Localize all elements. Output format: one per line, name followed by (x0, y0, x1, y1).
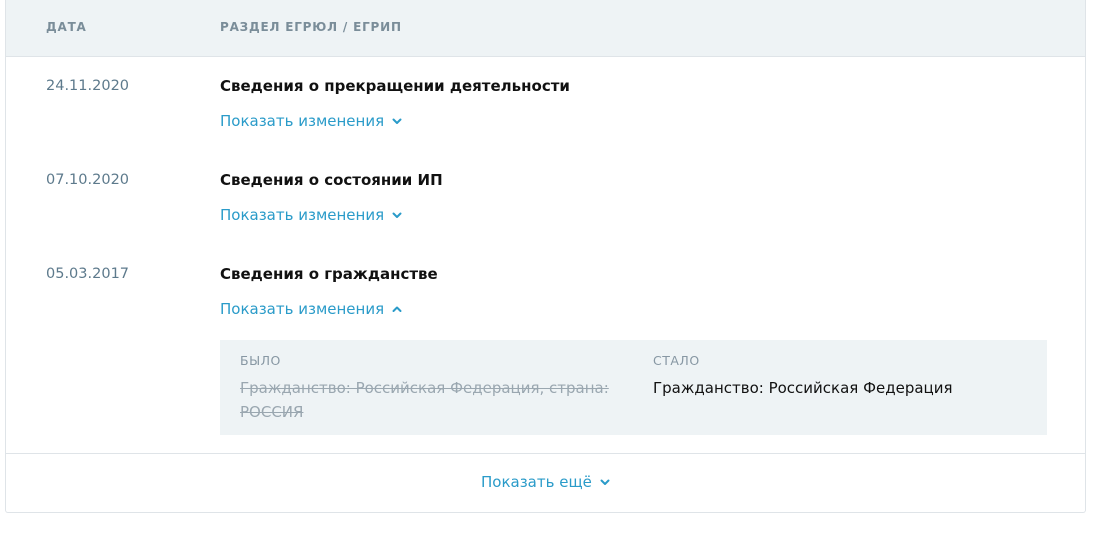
toggle-label: Показать изменения (220, 300, 385, 318)
row-title: Сведения о состоянии ИП (220, 171, 443, 189)
row-title: Сведения о прекращении деятельности (220, 77, 570, 95)
show-changes-toggle[interactable]: Показать изменения (220, 300, 404, 318)
changes-card: ДАТА РАЗДЕЛ ЕГРЮЛ / ЕГРИП 24.11.2020 Све… (5, 0, 1086, 513)
was-label: БЫЛО (240, 353, 281, 368)
was-value: Гражданство: Российская Федерация, стран… (240, 379, 609, 421)
row-date: 24.11.2020 (46, 78, 130, 94)
row-date: 07.10.2020 (46, 172, 130, 188)
column-header-section: РАЗДЕЛ ЕГРЮЛ / ЕГРИП (220, 20, 402, 34)
chevron-down-icon (598, 475, 612, 489)
now-value: Гражданство: Российская Федерация (653, 379, 953, 397)
chevron-down-icon (390, 114, 404, 128)
show-changes-toggle[interactable]: Показать изменения (220, 112, 404, 130)
column-header-date: ДАТА (46, 20, 87, 34)
show-more-label: Показать ещё (481, 473, 592, 491)
chevron-down-icon (390, 208, 404, 222)
show-more-button[interactable]: Показать ещё (481, 473, 612, 491)
chevron-up-icon (390, 302, 404, 316)
changes-diff-panel: БЫЛО СТАЛО Гражданство: Российская Федер… (220, 340, 1047, 435)
table-header: ДАТА РАЗДЕЛ ЕГРЮЛ / ЕГРИП (6, 0, 1085, 57)
show-changes-toggle[interactable]: Показать изменения (220, 206, 404, 224)
row-date: 05.03.2017 (46, 266, 130, 282)
row-title: Сведения о гражданстве (220, 265, 438, 283)
table-footer: Показать ещё (6, 453, 1085, 513)
now-label: СТАЛО (653, 353, 700, 368)
toggle-label: Показать изменения (220, 206, 385, 224)
toggle-label: Показать изменения (220, 112, 385, 130)
